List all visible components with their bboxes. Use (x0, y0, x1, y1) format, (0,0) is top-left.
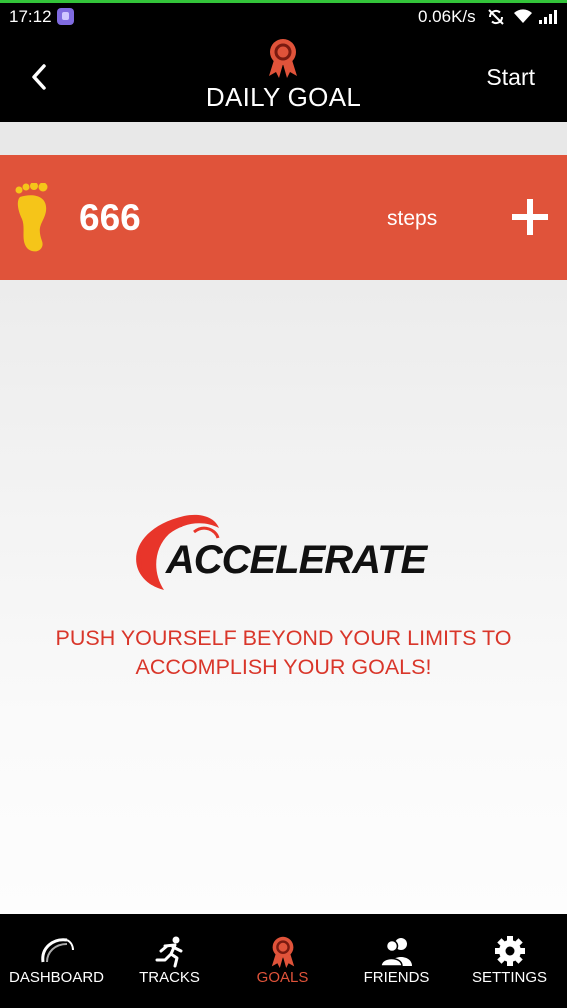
ribbon-award-icon (271, 936, 294, 968)
speedometer-icon (40, 938, 74, 963)
gear-icon (494, 936, 525, 966)
network-speed: 0.06K/s (418, 7, 476, 26)
accelerate-logo: ACCELERATE (136, 514, 430, 590)
foot-icon (15, 183, 48, 252)
tagline-line-2: ACCOMPLISH YOUR GOALS! (135, 655, 432, 679)
svg-text:ACCELERATE: ACCELERATE (165, 538, 429, 582)
plus-icon[interactable] (510, 197, 550, 237)
friends-icon (379, 938, 412, 966)
nav-dashboard[interactable]: DASHBOARD (0, 914, 113, 1008)
goal-unit: steps (387, 207, 438, 230)
start-button[interactable]: Start (486, 64, 535, 91)
status-bar: 17:12 0.06K/s (0, 0, 567, 30)
nav-label-tracks: TRACKS (139, 969, 200, 986)
nav-settings[interactable]: SETTINGS (453, 914, 566, 1008)
nav-label-dashboard: DASHBOARD (8, 969, 105, 986)
motivation-text: PUSH YOURSELF BEYOND YOUR LIMITS TO ACCO… (0, 624, 567, 682)
app-header: DAILY GOAL Start (0, 30, 567, 122)
signal-icon (539, 10, 557, 24)
status-icons (486, 7, 561, 27)
nav-label-settings: SETTINGS (471, 969, 547, 986)
no-sync-icon (488, 9, 504, 25)
page-title: DAILY GOAL (205, 82, 362, 112)
nav-friends[interactable]: FRIENDS (340, 914, 453, 1008)
daily-goal-row: 666 steps (0, 155, 567, 280)
tagline-line-1: PUSH YOURSELF BEYOND YOUR LIMITS TO (55, 626, 512, 650)
status-time: 17:12 (9, 7, 52, 26)
nav-tracks[interactable]: TRACKS (113, 914, 226, 1008)
nav-label-goals: GOALS (256, 969, 309, 986)
runner-icon (155, 936, 182, 968)
ribbon-award-icon (269, 39, 297, 78)
bottom-navigation: DASHBOARD TRACKS GOALS FRIENDS SETTINGS (0, 914, 567, 1008)
spacer-band (0, 122, 567, 155)
app-notification-icon (57, 8, 74, 25)
wifi-icon (514, 9, 532, 23)
nav-label-friends: FRIENDS (363, 969, 430, 986)
main-content: ACCELERATE PUSH YOURSELF BEYOND YOUR LIM… (0, 280, 567, 914)
goal-value[interactable]: 666 (79, 197, 141, 239)
nav-goals[interactable]: GOALS (226, 914, 339, 1008)
